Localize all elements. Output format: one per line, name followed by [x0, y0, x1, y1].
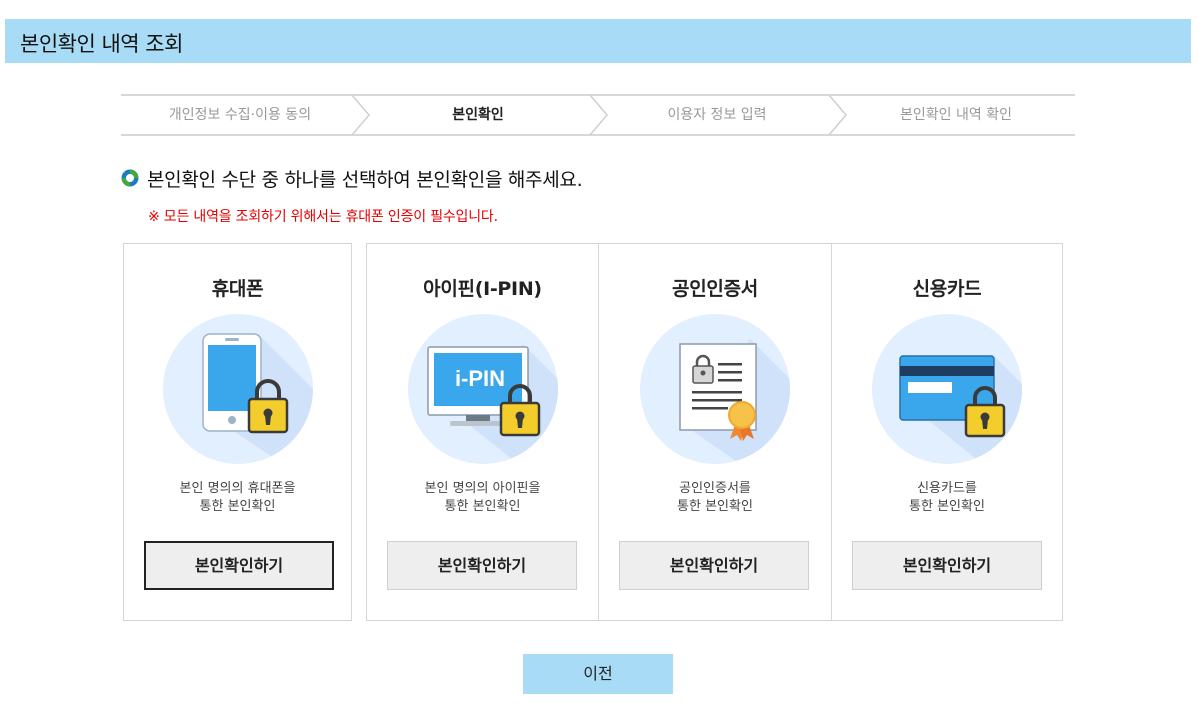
verify-phone-button[interactable]: 본인확인하기	[144, 541, 334, 590]
card-desc: 신용카드를 통한 본인확인	[832, 480, 1062, 516]
desc-line: 통한 본인확인	[677, 499, 753, 514]
page-title: 본인확인 내역 조회	[20, 32, 183, 56]
card-desc: 공인인증서를 통한 본인확인	[599, 480, 831, 516]
card-desc: 본인 명의의 아이핀을 통한 본인확인	[367, 480, 598, 516]
phone-lock-icon	[163, 314, 313, 464]
credit-card-lock-icon	[872, 314, 1022, 464]
card-title: 신용카드	[912, 278, 982, 300]
circle-bullet-icon	[121, 169, 139, 187]
method-card-certificate: 공인인증서 공인인증서를 통한 본인확인 본인확인하기	[598, 243, 832, 621]
desc-line: 통한 본인확인	[444, 499, 521, 514]
ipin-screen-text: i-PIN	[455, 366, 505, 391]
step-progress: 개인정보 수집·이용 동의 본인확인 이용자 정보 입력 본인확인 내역 확인	[121, 94, 1075, 136]
desc-line: 본인 명의의 아이핀을	[424, 481, 541, 496]
step-history: 본인확인 내역 확인	[837, 96, 1075, 134]
desc-line: 공인인증서를	[679, 481, 751, 496]
step-label: 이용자 정보 입력	[667, 107, 767, 123]
desc-line: 통한 본인확인	[199, 499, 276, 514]
heading-text: 본인확인 수단 중 하나를 선택하여 본인확인을 해주세요.	[147, 169, 583, 191]
method-card-credit-card: 신용카드 신용카드를 통한 본인확인 본인확인하기	[831, 243, 1063, 621]
step-label: 본인확인 내역 확인	[900, 107, 1012, 123]
certificate-icon	[640, 314, 790, 464]
card-title: 아이핀(I-PIN)	[423, 278, 542, 300]
verify-credit-card-button[interactable]: 본인확인하기	[852, 541, 1042, 590]
step-label: 본인확인	[452, 107, 504, 123]
step-consent: 개인정보 수집·이용 동의	[121, 95, 370, 135]
card-title: 공인인증서	[672, 278, 758, 300]
prev-button[interactable]: 이전	[523, 654, 673, 694]
verify-certificate-button[interactable]: 본인확인하기	[619, 541, 809, 590]
step-user-info: 이용자 정보 입력	[598, 95, 847, 135]
desc-line: 신용카드를	[917, 481, 977, 496]
card-title: 휴대폰	[211, 278, 264, 300]
notice-text: ※ 모든 내역을 조회하기 위해서는 휴대폰 인증이 필수입니다.	[148, 209, 498, 225]
card-desc: 본인 명의의 휴대폰을 통한 본인확인	[124, 480, 351, 516]
verify-ipin-button[interactable]: 본인확인하기	[387, 541, 577, 590]
ipin-monitor-lock-icon: i-PIN	[408, 314, 558, 464]
desc-line: 본인 명의의 휴대폰을	[179, 481, 296, 496]
step-label: 개인정보 수집·이용 동의	[168, 107, 312, 123]
method-card-phone: 휴대폰 본인 명의의 휴대폰을 통한 본인확인 본인확인하기	[123, 243, 352, 621]
desc-line: 통한 본인확인	[909, 499, 985, 514]
method-card-ipin: 아이핀(I-PIN) i-PIN 본인 명의의 아이핀을 통한 본인확인 본인확…	[366, 243, 599, 621]
step-verify: 본인확인	[359, 95, 608, 135]
title-bar: 본인확인 내역 조회	[5, 19, 1191, 63]
